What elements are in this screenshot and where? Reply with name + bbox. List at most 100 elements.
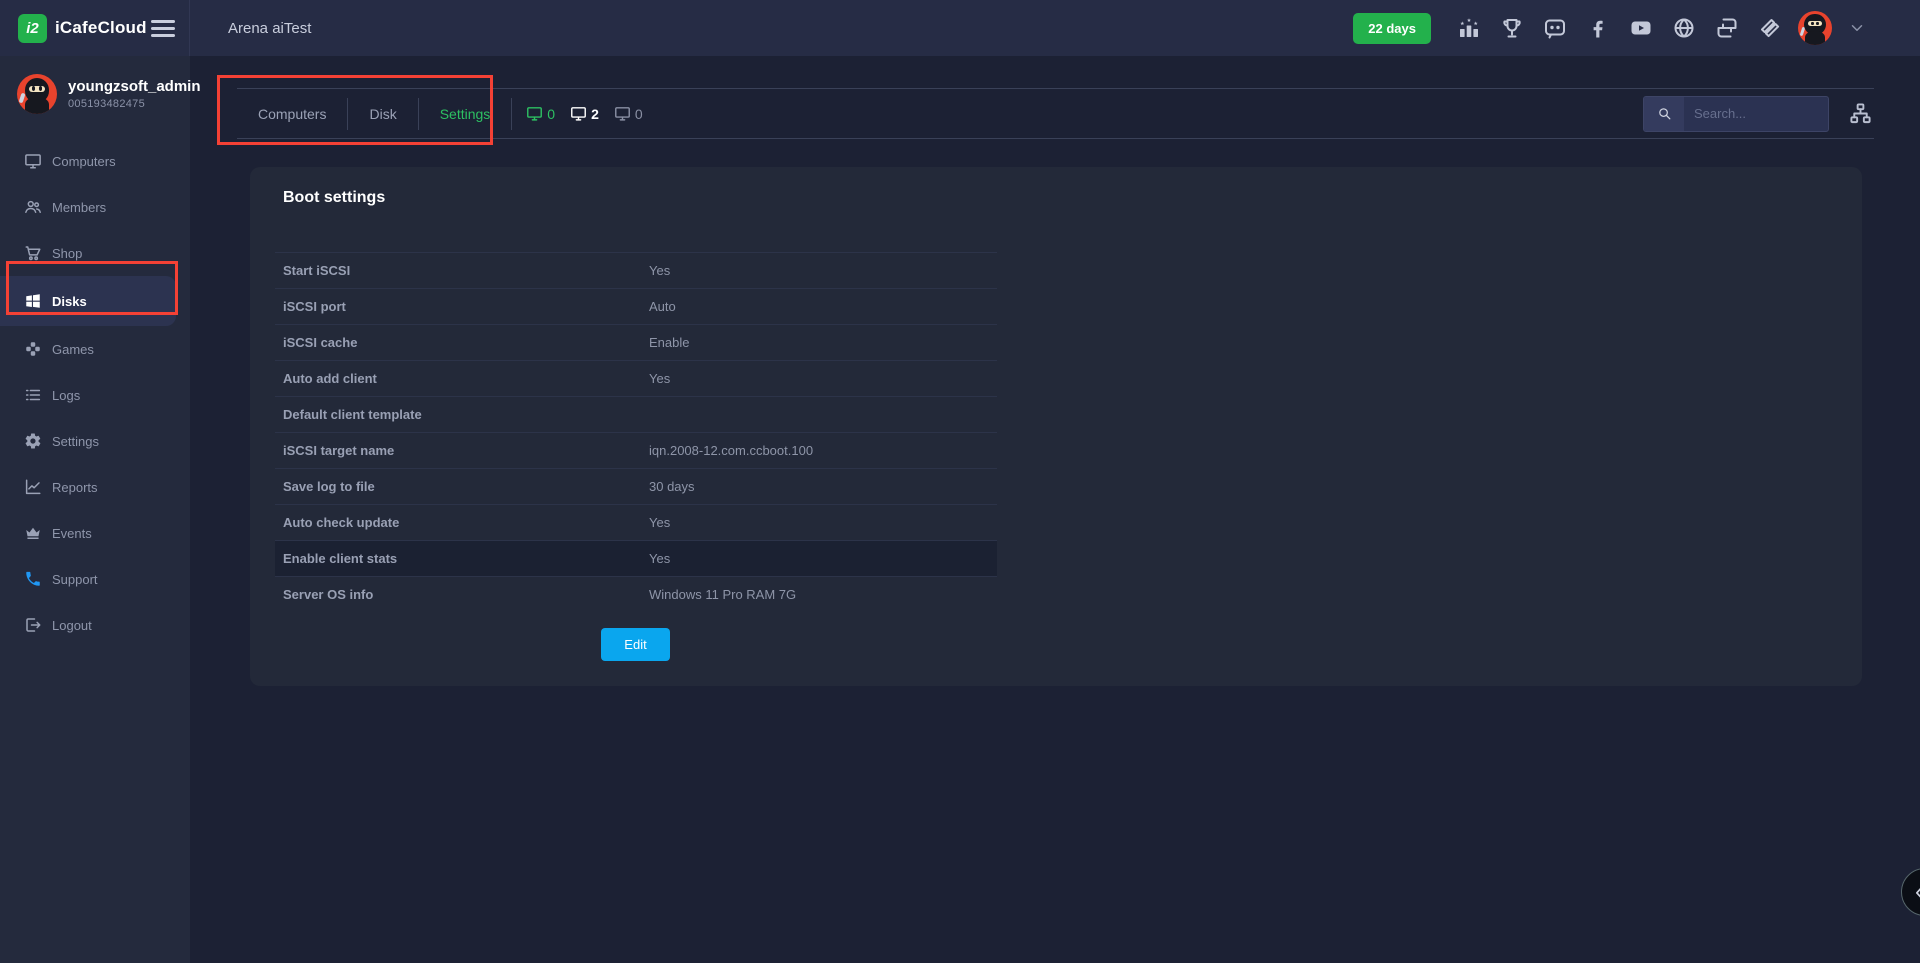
settings-row: iSCSI cacheEnable <box>275 325 997 361</box>
setting-label: iSCSI cache <box>283 335 649 350</box>
settings-row: iSCSI portAuto <box>275 289 997 325</box>
sidebar-item-games[interactable]: Games <box>0 326 190 372</box>
sidebar-menu: Computers Members ShopDisks Games Logs Settin… <box>0 138 190 648</box>
layers-icon[interactable] <box>1758 16 1782 40</box>
sidebar-item-logout[interactable]: Logout <box>0 602 190 648</box>
icafecloud-mark-icon[interactable] <box>1715 16 1739 40</box>
client-counter-online: 0 <box>526 105 555 122</box>
sidebar-item-label: Games <box>52 342 94 357</box>
monitor-icon <box>526 105 543 122</box>
facebook-icon[interactable] <box>1586 16 1610 40</box>
tab-separator <box>511 98 512 130</box>
setting-label: iSCSI target name <box>283 443 649 458</box>
trophy-icon[interactable] <box>1500 16 1524 40</box>
chevron-down-icon[interactable] <box>1848 19 1866 37</box>
tab-computers[interactable]: Computers <box>237 89 347 138</box>
client-counter-total: 2 <box>570 105 599 122</box>
search-icon[interactable] <box>1644 97 1684 131</box>
sidebar-item-shop[interactable]: Shop <box>0 230 190 276</box>
settings-row: Server OS infoWindows 11 Pro RAM 7G <box>275 577 997 612</box>
topbar-icons <box>1457 16 1782 40</box>
toolbar-right <box>1643 96 1874 132</box>
ranking-icon[interactable] <box>1457 16 1481 40</box>
chart-icon <box>24 478 42 496</box>
sidebar-item-label: Logs <box>52 388 80 403</box>
sidebar-item-settings[interactable]: Settings <box>0 418 190 464</box>
sidebar-item-support[interactable]: Support <box>0 556 190 602</box>
sidebar-item-computers[interactable]: Computers <box>0 138 190 184</box>
setting-value: Yes <box>649 515 670 530</box>
setting-value: Yes <box>649 371 670 386</box>
setting-value: iqn.2008-12.com.ccboot.100 <box>649 443 813 458</box>
user-info: youngzsoft_admin 005193482475 <box>0 56 190 122</box>
setting-label: Auto check update <box>283 515 649 530</box>
page-title: Arena aiTest <box>228 20 311 37</box>
monitor-icon <box>614 105 631 122</box>
settings-table: Start iSCSIYesiSCSI portAutoiSCSI cacheE… <box>275 252 997 612</box>
sidebar-item-label: Support <box>52 572 98 587</box>
settings-row: Auto add clientYes <box>275 361 997 397</box>
discord-icon[interactable] <box>1543 16 1567 40</box>
sitemap-icon[interactable] <box>1849 102 1872 125</box>
setting-label: Server OS info <box>283 587 649 602</box>
settings-row: Enable client statsYes <box>275 541 997 577</box>
setting-label: Default client template <box>283 407 649 422</box>
setting-value: 30 days <box>649 479 695 494</box>
topbar: i2 iCafeCloud Arena aiTest 22 days <box>0 0 1920 56</box>
settings-row: Default client template <box>275 397 997 433</box>
sidebar-item-disks[interactable]: Disks <box>0 276 176 326</box>
gear-icon <box>24 432 42 450</box>
users-icon <box>24 198 42 216</box>
logout-icon <box>24 616 42 634</box>
topbar-actions: 22 days <box>1353 11 1920 45</box>
sidebar-item-label: Settings <box>52 434 99 449</box>
counter-value: 0 <box>547 106 555 122</box>
setting-value: Windows 11 Pro RAM 7G <box>649 587 796 602</box>
globe-icon[interactable] <box>1672 16 1696 40</box>
sidebar-item-logs[interactable]: Logs <box>0 372 190 418</box>
license-days-badge[interactable]: 22 days <box>1353 13 1431 44</box>
setting-value: Auto <box>649 299 676 314</box>
settings-row: Auto check updateYes <box>275 505 997 541</box>
app-logo-icon[interactable]: i2 <box>18 14 47 43</box>
sidebar-item-events[interactable]: Events <box>0 510 190 556</box>
app-name: iCafeCloud <box>55 18 147 38</box>
brand: i2 iCafeCloud <box>0 0 190 56</box>
sidebar-item-label: Reports <box>52 480 98 495</box>
panel-title: Boot settings <box>283 189 385 207</box>
monitor-icon <box>570 105 587 122</box>
youtube-icon[interactable] <box>1629 16 1653 40</box>
avatar <box>17 74 57 114</box>
chevron-left-icon: ‹ <box>1915 880 1920 904</box>
search-box <box>1643 96 1829 132</box>
user-name: youngzsoft_admin <box>68 78 201 95</box>
sidebar-item-reports[interactable]: Reports <box>0 464 190 510</box>
cart-icon <box>24 244 42 262</box>
sidebar-item-label: Members <box>52 200 106 215</box>
tab-settings[interactable]: Settings <box>419 89 512 138</box>
edit-button[interactable]: Edit <box>601 628 670 661</box>
tab-disk[interactable]: Disk <box>348 89 417 138</box>
sidebar-item-label: Events <box>52 526 92 541</box>
windows-icon <box>24 292 42 310</box>
sidebar-item-members[interactable]: Members <box>0 184 190 230</box>
collapse-handle[interactable]: ‹ <box>1901 868 1920 916</box>
dpad-icon <box>24 340 42 358</box>
phone-icon <box>24 570 42 588</box>
counter-value: 2 <box>591 106 599 122</box>
setting-value: Yes <box>649 551 670 566</box>
client-counter-offline: 0 <box>614 105 643 122</box>
setting-value: Yes <box>649 263 670 278</box>
sidebar-item-label: Computers <box>52 154 116 169</box>
settings-row: Save log to file30 days <box>275 469 997 505</box>
settings-row: Start iSCSIYes <box>275 253 997 289</box>
setting-value: Enable <box>649 335 689 350</box>
sidebar: youngzsoft_admin 005193482475 Computers M… <box>0 56 190 963</box>
menu-toggle-icon[interactable] <box>151 20 175 37</box>
setting-label: Save log to file <box>283 479 649 494</box>
monitor-icon <box>24 152 42 170</box>
user-avatar-menu[interactable] <box>1798 11 1832 45</box>
search-input[interactable] <box>1684 106 1828 121</box>
setting-label: iSCSI port <box>283 299 649 314</box>
setting-label: Auto add client <box>283 371 649 386</box>
